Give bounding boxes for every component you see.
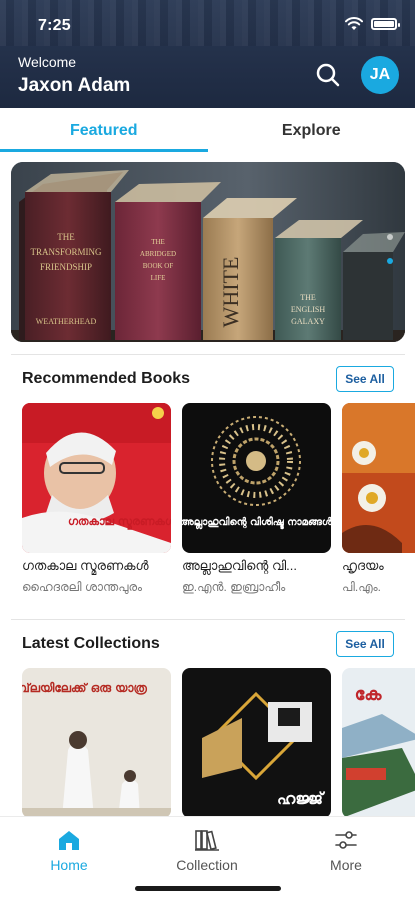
book-title: അല്ലാഹുവിന്റെ വി...: [182, 558, 298, 573]
nav-home-label: Home: [50, 857, 88, 873]
divider: [11, 619, 405, 620]
featured-banner[interactable]: THE TRANSFORMING FRIENDSHIP WEATHERHEAD …: [11, 162, 405, 342]
welcome-text: Welcome: [18, 54, 77, 70]
collection-card[interactable]: ഖിബ്‌ലയിലേക്ക് ഒരു യാത്ര: [22, 668, 171, 818]
svg-text:GALAXY: GALAXY: [291, 317, 325, 326]
collection-cover: ഖിബ്‌ലയിലേക്ക് ഒരു യാത്ര: [22, 668, 171, 818]
book-author: ഇ.എൻ. ഇബ്രാഹീം: [182, 580, 286, 594]
home-icon: [59, 831, 79, 850]
tab-featured[interactable]: Featured: [0, 110, 208, 152]
book-title: ഗതകാല സ്മരണകൾ: [22, 558, 149, 573]
avatar[interactable]: JA: [361, 56, 399, 94]
cover-title: ഗതകാല സ്മരണകൾ: [68, 515, 171, 530]
carousel-dot[interactable]: [387, 234, 393, 240]
book-author: പി.എം.: [342, 580, 381, 594]
svg-text:ENGLISH: ENGLISH: [291, 305, 325, 314]
collection-cover: ഹജ്ജ്: [182, 668, 331, 818]
cover-title: കേ: [355, 684, 383, 705]
book-card[interactable]: അല്ലാഹുവിന്റെ വിശിഷ്ട നാമങ്ങൾ അല്ലാഹുവിന…: [182, 403, 331, 595]
book-card[interactable]: ഹൃദയം പി.എം.: [342, 403, 415, 595]
book-title: ഹൃദയം: [342, 558, 384, 573]
user-name: Jaxon Adam: [18, 75, 131, 96]
status-icons: [345, 17, 400, 31]
see-all-latest-button[interactable]: See All: [336, 631, 394, 657]
home-indicator: [135, 886, 281, 891]
book-cover: ഗതകാല സ്മരണകൾ: [22, 403, 171, 553]
svg-text:ABRIDGED: ABRIDGED: [140, 250, 176, 258]
latest-collections-list: ഖിബ്‌ലയിലേക്ക് ഒരു യാത്ര ഹജ്ജ്: [22, 668, 415, 818]
book-card[interactable]: ഗതകാല സ്മരണകൾ ഗതകാല സ്മരണകൾ ഹൈദരലി ശാന്ത…: [22, 403, 171, 595]
books-icon: [195, 830, 219, 851]
collection-cover: കേ: [342, 668, 415, 818]
nav-collection-label: Collection: [176, 857, 238, 873]
carousel-indicator: [387, 234, 393, 264]
collection-card[interactable]: ഹജ്ജ്: [182, 668, 331, 818]
cover-title: ഹജ്ജ്: [277, 789, 326, 808]
carousel-dot-active[interactable]: [387, 258, 393, 264]
svg-text:THE: THE: [300, 293, 316, 302]
nav-more-label: More: [330, 857, 362, 873]
see-all-recommended-button[interactable]: See All: [336, 366, 394, 392]
tab-explore[interactable]: Explore: [208, 110, 415, 152]
section-title-recommended: Recommended Books: [22, 370, 191, 387]
svg-text:WEATHERHEAD: WEATHERHEAD: [36, 317, 97, 326]
status-time: 7:25: [38, 17, 71, 34]
svg-text:BOOK OF: BOOK OF: [143, 262, 174, 270]
svg-text:FRIENDSHIP: FRIENDSHIP: [40, 262, 92, 272]
book-cover: അല്ലാഹുവിന്റെ വിശിഷ്ട നാമങ്ങൾ: [182, 403, 331, 553]
svg-text:TRANSFORMING: TRANSFORMING: [30, 247, 102, 257]
recommended-books-list: ഗതകാല സ്മരണകൾ ഗതകാല സ്മരണകൾ ഹൈദരലി ശാന്ത…: [22, 403, 415, 595]
svg-text:THE: THE: [57, 232, 75, 242]
svg-text:LIFE: LIFE: [151, 274, 166, 282]
nav-more[interactable]: More: [277, 817, 415, 873]
nav-collection[interactable]: Collection: [138, 817, 276, 873]
battery-icon: [371, 18, 400, 30]
divider: [11, 354, 405, 355]
cover-title: അല്ലാഹുവിന്റെ വിശിഷ്ട നാമങ്ങൾ: [182, 515, 331, 530]
cover-title: ഖിബ്‌ലയിലേക്ക് ഒരു യാത്ര: [22, 681, 148, 696]
collection-card[interactable]: കേ: [342, 668, 415, 818]
book-cover: [342, 403, 415, 553]
nav-home[interactable]: Home: [0, 817, 138, 873]
svg-text:WHITE: WHITE: [218, 257, 243, 328]
books-illustration: THE TRANSFORMING FRIENDSHIP WEATHERHEAD …: [11, 162, 405, 342]
section-title-latest: Latest Collections: [22, 635, 160, 652]
search-icon[interactable]: [313, 60, 343, 90]
wifi-icon: [345, 17, 363, 30]
sliders-icon: [335, 831, 357, 849]
tab-bar: Featured Explore: [0, 110, 415, 152]
app-header: 7:25 Welcome Jaxon Adam JA: [0, 0, 415, 108]
svg-text:THE: THE: [151, 238, 165, 246]
book-author: ഹൈദരലി ശാന്തപുരം: [22, 580, 143, 594]
